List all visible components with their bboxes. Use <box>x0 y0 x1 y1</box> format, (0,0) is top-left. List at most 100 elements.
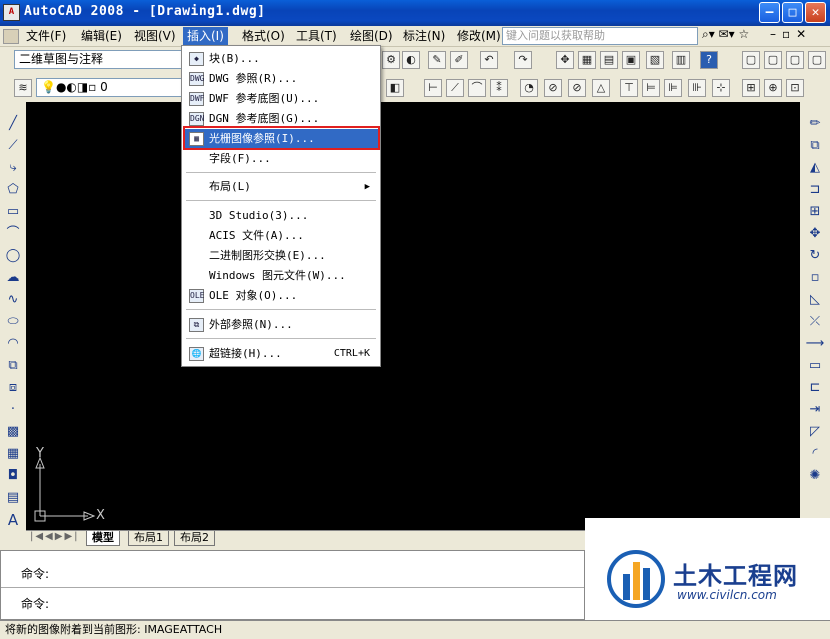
menu-edit[interactable]: 编辑(E) <box>77 27 126 46</box>
arc-icon[interactable]: ⌒ <box>3 224 23 244</box>
menu-dimension[interactable]: 标注(N) <box>399 27 449 46</box>
tab-layout2[interactable]: 布局2 <box>174 531 215 546</box>
pan-icon[interactable]: ✥ <box>556 51 574 69</box>
dim-aligned-icon[interactable]: ⟋ <box>446 79 464 97</box>
dim-arc-icon[interactable]: ⌒ <box>468 79 486 97</box>
spline-icon[interactable]: ∿ <box>3 290 23 310</box>
view3-icon[interactable]: ▢ <box>786 51 804 69</box>
mirror-icon[interactable]: ◭ <box>805 158 825 178</box>
table-icon[interactable]: ▤ <box>3 488 23 508</box>
layer-prev-icon[interactable]: ◧ <box>386 79 404 97</box>
menu-item-xref[interactable]: ⧉ 外部参照(N)... <box>184 315 378 335</box>
rectangle-icon[interactable]: ▭ <box>3 202 23 222</box>
drawing-canvas[interactable]: Y X <box>26 102 800 530</box>
menu-draw[interactable]: 绘图(D) <box>346 27 397 46</box>
menu-item-dwg-reference[interactable]: DWG DWG 参照(R)... <box>184 69 378 89</box>
dim-angular-icon[interactable]: △ <box>592 79 610 97</box>
menu-item-hyperlink[interactable]: 🌐 超链接(H)... CTRL+K <box>184 344 378 364</box>
dim-continue-icon[interactable]: ⊫ <box>664 79 682 97</box>
dim-jogged-icon[interactable]: ⊘ <box>544 79 562 97</box>
ellipse-icon[interactable]: ⬭ <box>3 312 23 332</box>
menu-view[interactable]: 视图(V) <box>130 27 180 46</box>
properties-icon[interactable]: ▤ <box>600 51 618 69</box>
break-point-icon[interactable]: ▭ <box>805 356 825 376</box>
menu-item-dxb[interactable]: 二进制图形交换(E)... <box>184 246 378 266</box>
line-icon[interactable]: ╱ <box>3 114 23 134</box>
inspect-icon[interactable]: ⊡ <box>786 79 804 97</box>
dim-diameter-icon[interactable]: ⊘ <box>568 79 586 97</box>
construction-line-icon[interactable]: ⟋ <box>3 136 23 156</box>
menu-insert[interactable]: 插入(I) <box>183 27 228 46</box>
break-icon[interactable]: ⊏ <box>805 378 825 398</box>
move-icon[interactable]: ✥ <box>805 224 825 244</box>
view2-icon[interactable]: ▢ <box>764 51 782 69</box>
menu-item-field[interactable]: 字段(F)... <box>184 149 378 169</box>
scale-icon[interactable]: ▫ <box>805 268 825 288</box>
dim-ordinate-icon[interactable]: ⁑ <box>490 79 508 97</box>
polygon-icon[interactable]: ⬠ <box>3 180 23 200</box>
tab-nav-arrows[interactable]: |◀◀▶▶| <box>30 531 80 542</box>
close-button[interactable]: ✕ <box>805 2 826 23</box>
autocad-app-icon[interactable]: A <box>3 4 20 21</box>
trim-icon[interactable]: ⤫ <box>805 312 825 332</box>
revcloud-icon[interactable]: ☁ <box>3 268 23 288</box>
minimize-button[interactable]: – <box>759 2 780 23</box>
array-icon[interactable]: ⊞ <box>805 202 825 222</box>
tab-layout1[interactable]: 布局1 <box>128 531 169 546</box>
menu-item-acis[interactable]: ACIS 文件(A)... <box>184 226 378 246</box>
match-prop-icon[interactable]: ✐ <box>450 51 468 69</box>
dim-space-icon[interactable]: ⊪ <box>688 79 706 97</box>
menu-format[interactable]: 格式(O) <box>238 27 289 46</box>
tab-model[interactable]: 模型 <box>86 531 120 546</box>
menu-item-3dstudio[interactable]: 3D Studio(3)... <box>184 206 378 226</box>
offset-icon[interactable]: ⊐ <box>805 180 825 200</box>
insert-block-icon[interactable]: ⧉ <box>3 356 23 376</box>
dim-linear-icon[interactable]: ⊢ <box>424 79 442 97</box>
help-icon[interactable]: ? <box>700 51 718 69</box>
brush-icon[interactable]: ✎ <box>428 51 446 69</box>
ellipse-arc-icon[interactable]: ◠ <box>3 334 23 354</box>
workspace-dropdown[interactable]: 二维草图与注释 <box>14 50 184 69</box>
menu-item-block[interactable]: ◆ 块(B)... <box>184 49 378 69</box>
undo-icon[interactable]: ↶ <box>480 51 498 69</box>
redo-icon[interactable]: ↷ <box>514 51 532 69</box>
layer-dropdown[interactable]: 💡●◐◨▫ 0 <box>36 78 182 97</box>
dim-break-icon[interactable]: ⊹ <box>712 79 730 97</box>
chamfer-icon[interactable]: ◸ <box>805 422 825 442</box>
menu-item-wmf[interactable]: Windows 图元文件(W)... <box>184 266 378 286</box>
menu-file[interactable]: 文件(F) <box>22 27 70 46</box>
point-icon[interactable]: · <box>3 400 23 420</box>
menu-tools[interactable]: 工具(T) <box>292 27 341 46</box>
dim-baseline-icon[interactable]: ⊨ <box>642 79 660 97</box>
save-icon[interactable]: ⚙ <box>382 51 400 69</box>
extend-icon[interactable]: ⟶ <box>805 334 825 354</box>
make-block-icon[interactable]: ⧈ <box>3 378 23 398</box>
menu-item-layout[interactable]: 布局(L) ▶ <box>184 177 378 197</box>
document-icon[interactable] <box>3 29 19 44</box>
rotate-icon[interactable]: ↻ <box>805 246 825 266</box>
design-center-icon[interactable]: ▣ <box>622 51 640 69</box>
gradient-icon[interactable]: ▦ <box>3 444 23 464</box>
calculator-icon[interactable]: ▥ <box>672 51 690 69</box>
view-icon[interactable]: ▢ <box>742 51 760 69</box>
command-window[interactable]: 命令: 命令: <box>0 550 585 620</box>
zoom-icon[interactable]: ▦ <box>578 51 596 69</box>
tolerance-icon[interactable]: ⊞ <box>742 79 760 97</box>
join-icon[interactable]: ⇥ <box>805 400 825 420</box>
hatch-icon[interactable]: ▩ <box>3 422 23 442</box>
layer-manager-icon[interactable]: ≋ <box>14 79 32 97</box>
stretch-icon[interactable]: ◺ <box>805 290 825 310</box>
tool-palette-icon[interactable]: ▧ <box>646 51 664 69</box>
globe-icon[interactable]: ◐ <box>402 51 420 69</box>
quick-dim-icon[interactable]: ⊤ <box>620 79 638 97</box>
fillet-icon[interactable]: ◜ <box>805 444 825 464</box>
menu-item-ole[interactable]: OLE OLE 对象(O)... <box>184 286 378 306</box>
center-mark-icon[interactable]: ⊕ <box>764 79 782 97</box>
circle-icon[interactable]: ◯ <box>3 246 23 266</box>
help-icons[interactable]: ⌕▾ ✉▾ ☆ <box>702 27 749 42</box>
command-prompt[interactable]: 命令: <box>21 595 49 612</box>
doc-window-controls[interactable]: –▫✕ <box>770 27 812 41</box>
maximize-button[interactable]: □ <box>782 2 803 23</box>
menu-modify[interactable]: 修改(M) <box>453 27 505 46</box>
polyline-icon[interactable]: ⤷ <box>3 158 23 178</box>
